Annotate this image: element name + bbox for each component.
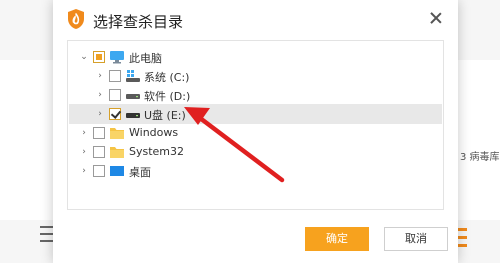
drive-icon <box>126 94 140 99</box>
tree-item-label: U盘 (E:) <box>144 109 186 122</box>
dialog-title: 选择查杀目录 <box>93 13 184 31</box>
tree-item-system32[interactable]: › System32 <box>69 142 442 162</box>
tree-item-label: 桌面 <box>129 166 151 179</box>
tree-item-checkbox[interactable] <box>93 146 105 158</box>
directory-tree[interactable]: ⌄ 此电脑 › 系统 (C:) › 软件 (D:) › U盘 (E:) › Wi… <box>67 40 444 210</box>
tree-item-drive-d[interactable]: › 软件 (D:) <box>69 85 442 105</box>
tree-item-windows[interactable]: › Windows <box>69 123 442 143</box>
tree-item-this-pc[interactable]: ⌄ 此电脑 <box>69 47 442 67</box>
tree-item-checkbox[interactable] <box>109 70 121 82</box>
computer-icon <box>110 51 124 64</box>
chevron-right-icon[interactable]: › <box>79 147 89 157</box>
tree-item-checkbox[interactable] <box>93 127 105 139</box>
tree-item-label: System32 <box>129 145 185 158</box>
tree-item-checkbox[interactable] <box>109 108 121 120</box>
tree-item-checkbox[interactable] <box>109 89 121 101</box>
chevron-right-icon[interactable]: › <box>79 128 89 138</box>
chevron-down-icon[interactable]: ⌄ <box>79 52 89 62</box>
close-button[interactable] <box>428 10 444 26</box>
ok-button[interactable]: 确定 <box>305 227 369 251</box>
folder-icon <box>110 147 124 158</box>
tree-item-usb-e[interactable]: › U盘 (E:) <box>69 104 442 124</box>
usb-drive-icon <box>126 113 140 118</box>
tree-item-label: 软件 (D:) <box>144 90 191 103</box>
background-status-text: 3 病毒库 <box>460 152 500 163</box>
tree-item-label: 系统 (C:) <box>144 71 190 84</box>
chevron-right-icon[interactable]: › <box>95 71 105 81</box>
tree-item-label: Windows <box>129 126 179 139</box>
chevron-right-icon[interactable]: › <box>95 109 105 119</box>
chevron-right-icon[interactable]: › <box>79 166 89 176</box>
tree-item-label: 此电脑 <box>129 52 162 65</box>
chevron-right-icon[interactable]: › <box>95 90 105 100</box>
tree-item-checkbox[interactable] <box>93 165 105 177</box>
tree-item-checkbox[interactable] <box>93 51 105 63</box>
tree-item-drive-c[interactable]: › 系统 (C:) <box>69 66 442 86</box>
folder-icon <box>110 128 124 139</box>
shield-flame-icon <box>68 9 84 29</box>
background-orange-icon <box>458 228 467 252</box>
cancel-button[interactable]: 取消 <box>384 227 448 251</box>
desktop-icon <box>110 166 124 176</box>
select-scan-directory-dialog: 选择查杀目录 ⌄ 此电脑 › 系统 (C:) › 软件 (D:) › U盘 (E… <box>53 0 458 263</box>
system-drive-icon <box>126 70 140 82</box>
dialog-header: 选择查杀目录 <box>53 0 458 38</box>
tree-item-desktop[interactable]: › 桌面 <box>69 161 442 181</box>
